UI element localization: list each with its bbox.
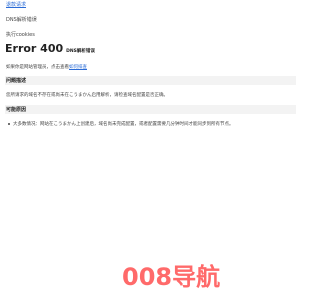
error-page: 退款请求 DNS解析错误 执行cookies Error 400 DNS解析错误 … — [0, 0, 300, 300]
top-link[interactable]: 退款请求 — [6, 1, 26, 8]
description-text: 如果你是网站管理员，点击查看 — [6, 65, 69, 70]
site-logo: 008导航 — [122, 263, 220, 290]
cause-list-item: 大多数情况：网站在こうまかん上创建后，域名尚未完成配置，或者配置需要几分钟时间才… — [8, 121, 234, 127]
error-heading: Error 400 DNS解析错误 — [5, 42, 95, 55]
causes-heading: 可能原因 — [5, 105, 296, 114]
logo-text: 008导航 — [122, 263, 220, 290]
cause-text: 大多数情况：网站在こうまかん上创建后，域名尚未完成配置，或者配置需要几分钟时间才… — [13, 122, 234, 127]
error-code: Error 400 — [5, 42, 64, 55]
bullet-icon — [8, 122, 10, 125]
error-description: 如果你是网站管理员，点击查看如何排查 — [6, 64, 87, 70]
problem-text: 您所请求的域名不存在或尚未在こうまかん启用解析，请检查域名配置是否正确。 — [6, 93, 168, 98]
error-subtitle: DNS解析错误 — [66, 49, 95, 54]
problem-heading: 问题描述 — [5, 76, 296, 85]
troubleshoot-link[interactable]: 如何排查 — [69, 65, 87, 70]
cookies-label: 执行cookies — [6, 32, 35, 38]
dns-error-label: DNS解析错误 — [6, 17, 37, 23]
